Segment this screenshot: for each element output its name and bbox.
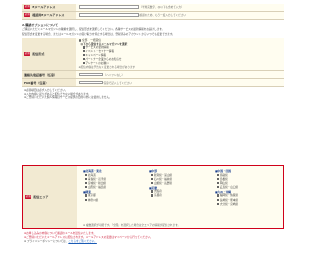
fax-note: 任意で記入してください bbox=[103, 81, 132, 85]
area-option[interactable]: 山梨県・長野県 bbox=[149, 181, 211, 186]
email-confirm-input[interactable] bbox=[78, 13, 139, 17]
area-option[interactable]: 山形県・福島県 bbox=[83, 185, 145, 190]
area-grid: ■北海道・東北 北海道 青森県・岩手県 宮城県・秋田県 山形県・福島県 ■関東 … bbox=[77, 166, 283, 224]
phone-input[interactable] bbox=[78, 72, 103, 77]
area-option[interactable]: 神奈川県 bbox=[83, 198, 145, 203]
phone-label: 連絡先電話番号（任意） bbox=[24, 72, 58, 77]
email-confirm-label: 確認用Eメールアドレス bbox=[32, 13, 65, 18]
email-row: 必須 Eメールアドレス （半角英数字、@以下も含めて入力） bbox=[22, 4, 284, 12]
area-label: 配信エリア bbox=[33, 194, 49, 199]
area-column: ■中国・四国 鳥取県 島根県 岡山県 広島県・山口県 ■九州・沖縄 福岡県・佐賀… bbox=[215, 169, 277, 221]
required-badge: 必須 bbox=[25, 195, 32, 199]
note-item: ※ご登録いただいた個人情報はサービス提供の目的以外には使用しません。 bbox=[24, 96, 112, 100]
privacy-policy-link[interactable]: こちらをご覧ください。 bbox=[68, 240, 97, 243]
fax-input[interactable] bbox=[78, 80, 103, 85]
section-description: ご購読いただくメールマガジンの種類を選択し、配信形式を選択してください。各種サー… bbox=[22, 28, 165, 32]
delivery-radio-all[interactable] bbox=[78, 39, 81, 42]
email-note: （半角英数字、@以下も含めて入力） bbox=[139, 6, 184, 10]
area-column: ■北海道・東北 北海道 青森県・岩手県 宮城県・秋田県 山形県・福島県 ■関東 … bbox=[83, 169, 145, 221]
required-badge: 必須 bbox=[24, 5, 31, 10]
fax-row: FAX番号（任意） 任意で記入してください bbox=[22, 79, 284, 88]
section-description-2: 配信形式を変更する場合、またはメールマガジンの受け取りを停止する場合は、登録済み… bbox=[22, 32, 175, 36]
email-label: Eメールアドレス bbox=[32, 5, 56, 10]
delivery-radio-label: 全部 bbox=[81, 37, 88, 42]
footer-notes: ※お申し込みの内容について確認のメールを送信いたします。 ※ご登録いただいたメー… bbox=[22, 232, 284, 244]
area-column: ■中部 新潟県・富山県 石川県・福井県 山梨県・長野県 ■近畿 大阪府 京都府 bbox=[149, 169, 211, 221]
delivery-label: 配信形式 bbox=[32, 52, 45, 57]
email-input[interactable] bbox=[78, 5, 139, 9]
area-option[interactable]: 大分県・宮崎県 bbox=[215, 202, 277, 207]
email-confirm-note: 確認のため、もう一度入力してください bbox=[139, 14, 186, 18]
delivery-row: 必須 配信形式 全部 一括受信 以下から受信するメールマガジンを選択 サービスの… bbox=[22, 37, 284, 72]
footer-link-line: ※ プライバシーポリシーについては、こちらをご覧ください。 bbox=[24, 239, 97, 243]
phone-row: 連絡先電話番号（任意） （ハイフンなし） bbox=[22, 71, 284, 80]
delivery-note: ※配信内容は予告なく変更される場合があります bbox=[78, 65, 136, 69]
notes-list: ※必須項目は必ず入力してください。 ※入力内容に誤りがあると配信できない場合があ… bbox=[22, 89, 284, 100]
phone-note: （ハイフンなし） bbox=[103, 73, 125, 77]
area-footnote: ※ 複数選択が可能です。「全国」を選択した場合は全エリアの情報が配信されます。 bbox=[83, 223, 181, 227]
fax-label: FAX番号（任意） bbox=[24, 80, 49, 85]
email-confirm-row: 必須 確認用Eメールアドレス 確認のため、もう一度入力してください bbox=[22, 11, 284, 20]
required-badge: 必須 bbox=[24, 52, 31, 56]
section-heading: 2.購読オプションについて bbox=[22, 22, 59, 27]
area-option[interactable]: 京都府 bbox=[149, 194, 211, 198]
area-selection-block: 必須 配信エリア ■北海道・東北 北海道 青森県・岩手県 宮城県・秋田県 山形県… bbox=[22, 165, 284, 229]
registration-form: 必須 Eメールアドレス （半角英数字、@以下も含めて入力） 必須 確認用Eメール… bbox=[22, 4, 284, 100]
delivery-selected: 一括受信 bbox=[90, 37, 102, 42]
required-badge: 必須 bbox=[24, 13, 31, 17]
